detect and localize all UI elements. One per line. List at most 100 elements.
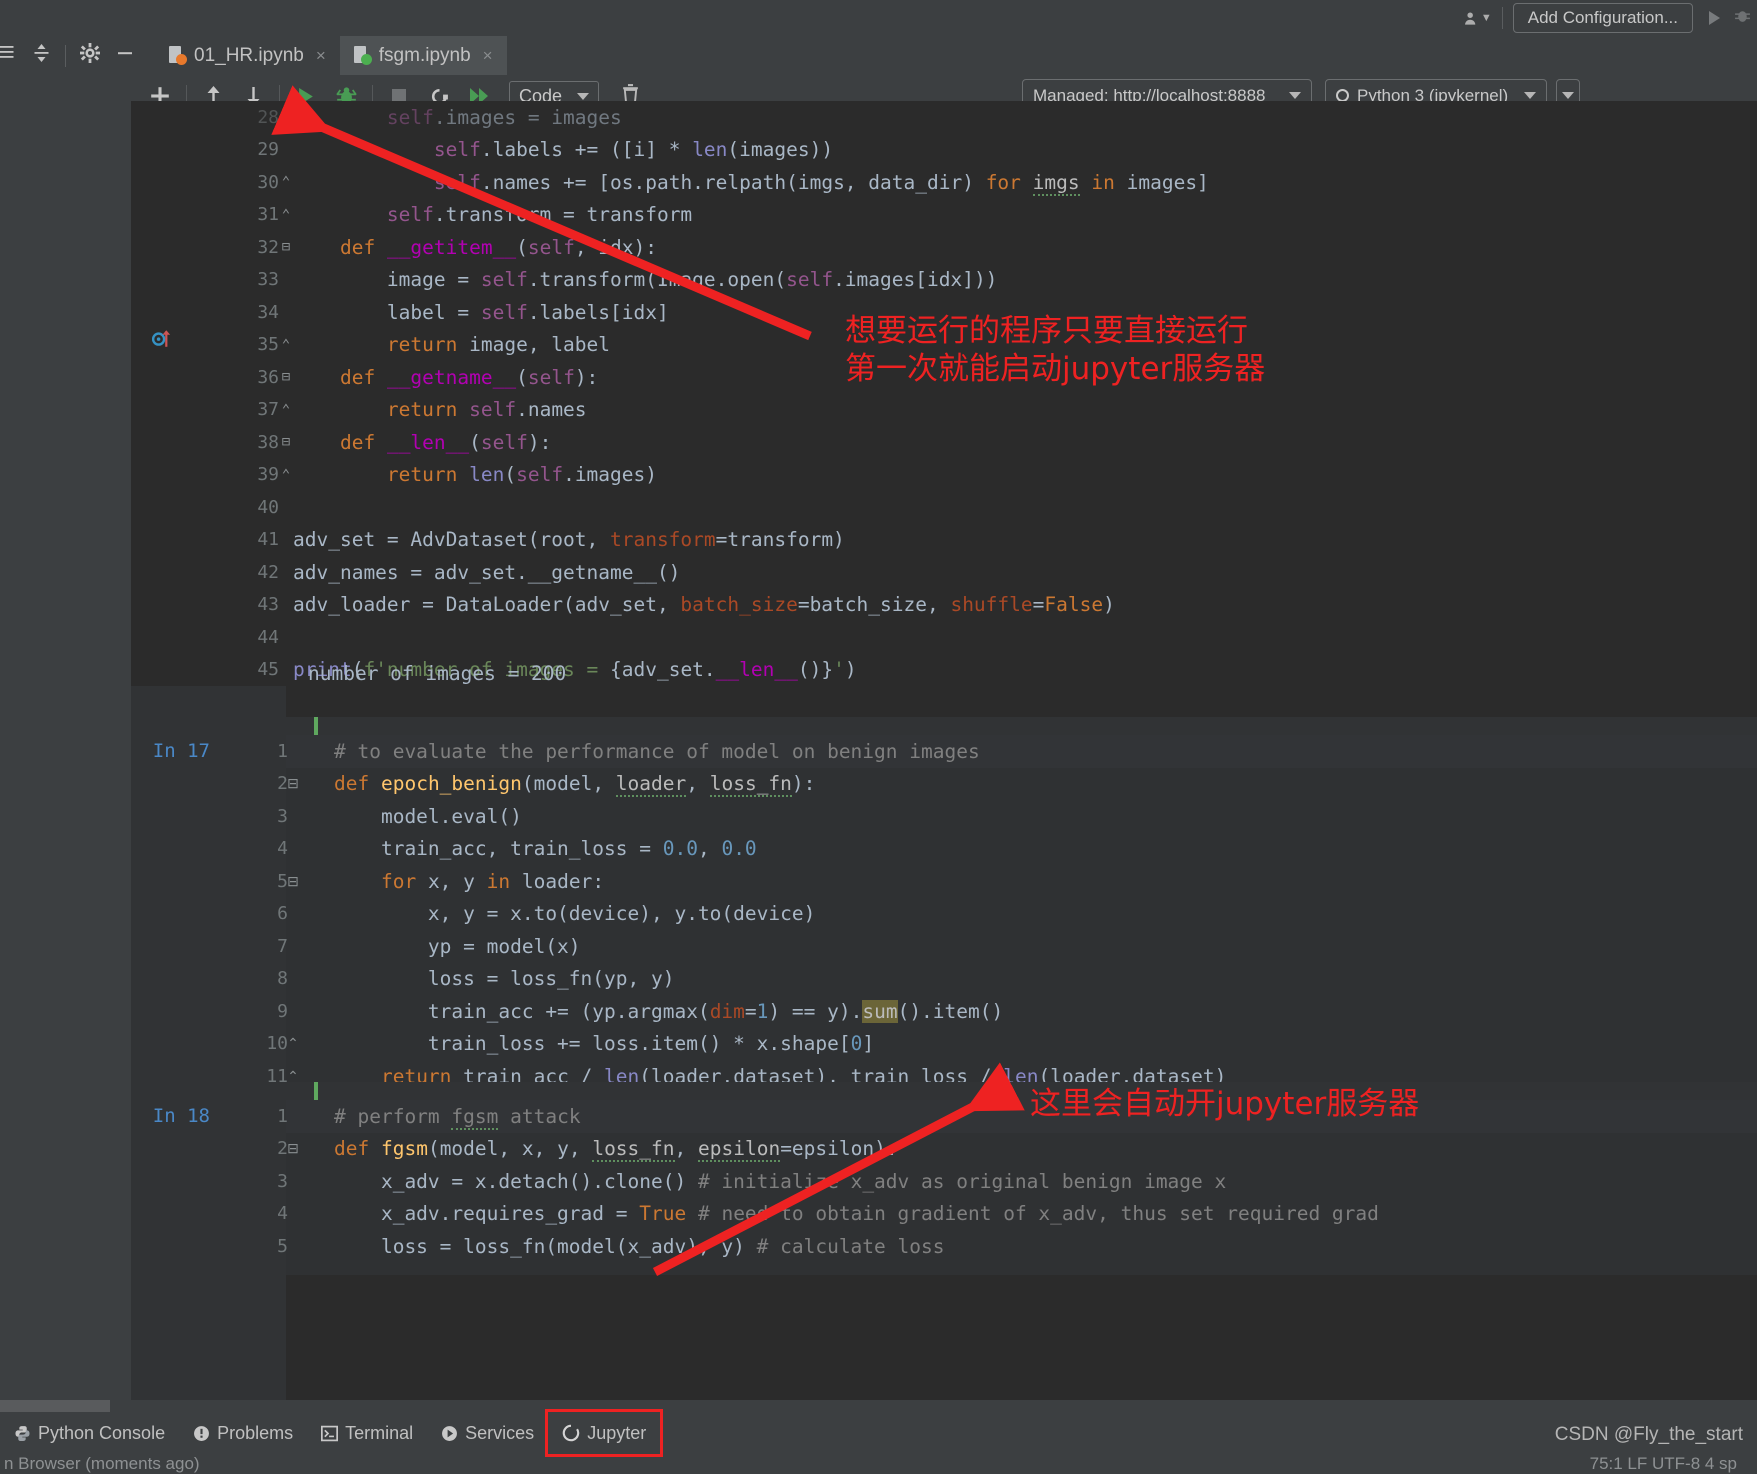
code-token: =: [744, 999, 757, 1023]
status-bar: Python Console Problems Terminal Service…: [0, 1409, 1757, 1457]
code-line[interactable]: 41 adv_set = AdvDataset(root, transform=t…: [131, 524, 1757, 557]
collapse-all-icon[interactable]: [24, 43, 60, 69]
code-line[interactable]: 4 x_adv.requires_grad = True # need to o…: [0, 1198, 1757, 1231]
code-line[interactable]: 43 adv_loader = DataLoader(adv_set, batch…: [131, 589, 1757, 622]
code-token: (: [516, 365, 528, 389]
statusbar-item-terminal[interactable]: Terminal: [307, 1423, 427, 1444]
fold-marker-icon[interactable]: ⊟: [286, 775, 300, 792]
fold-marker-icon[interactable]: ⊟: [279, 369, 293, 385]
code-text: loss = loss_fn(yp, y): [334, 967, 675, 991]
code-line[interactable]: 4 train_acc, train_loss = 0.0, 0.0: [0, 833, 1757, 866]
line-number: 6: [277, 903, 288, 925]
code-line[interactable]: 3 model.eval(): [0, 800, 1757, 833]
gear-icon[interactable]: [72, 42, 108, 69]
bookmark-icon[interactable]: [151, 327, 174, 349]
code-line[interactable]: 44: [131, 621, 1757, 654]
code-token: images]: [1114, 170, 1209, 194]
fold-marker-icon[interactable]: ⌃: [286, 1035, 300, 1052]
fold-marker-icon[interactable]: ⌃: [279, 207, 293, 223]
line-number: 43: [257, 594, 279, 616]
code-token: self: [433, 138, 481, 162]
code-line[interactable]: 1 # to evaluate the performance of model …: [0, 735, 1757, 768]
code-line[interactable]: 28 self.images = images: [131, 101, 1757, 134]
code-text: train_loss += loss.item() * x.shape[0]: [334, 1032, 874, 1055]
code-line[interactable]: 3 x_adv = x.detach().clone() # initializ…: [0, 1165, 1757, 1198]
code-text: def epoch_benign(model, loader, loss_fn)…: [334, 772, 816, 798]
fold-marker-icon[interactable]: ⊟: [286, 873, 300, 890]
code-token: ]: [862, 1032, 875, 1056]
statusbar-item-jupyter[interactable]: Jupyter: [545, 1409, 664, 1457]
line-number: 8: [277, 968, 288, 990]
fold-marker-icon[interactable]: ⌃: [279, 337, 293, 353]
line-number: 33: [257, 269, 279, 291]
code-line[interactable]: 40: [131, 491, 1757, 524]
fold-marker-icon[interactable]: ⌃: [279, 174, 293, 190]
fold-marker-icon[interactable]: ⌃: [279, 402, 293, 418]
debug-icon[interactable]: [1734, 6, 1751, 31]
code-token: self: [480, 430, 528, 454]
code-line[interactable]: 9 train_acc += (yp.argmax(dim=1) == y).s…: [0, 995, 1757, 1028]
statusbar-item-label: Services: [465, 1422, 535, 1443]
code-token: x_adv.requires_grad =: [334, 1202, 640, 1226]
statusbar-item-services[interactable]: Services: [427, 1423, 548, 1444]
code-line[interactable]: 31 ⌃ self.transform = transform: [131, 199, 1757, 232]
code-line[interactable]: 10 ⌃ train_loss += loss.item() * x.shape[…: [0, 1028, 1757, 1061]
code-line[interactable]: 5 ⊟ for x, y in loader:: [0, 865, 1757, 898]
code-line[interactable]: 30 ⌃ self.names += [os.path.relpath(imgs,…: [131, 166, 1757, 199]
expand-all-icon[interactable]: [0, 43, 24, 69]
code-token: # initialize x_adv as original benign im…: [697, 1169, 1227, 1193]
fold-marker-icon[interactable]: ⊟: [279, 434, 293, 450]
code-token: .labels: [480, 138, 575, 162]
run-icon[interactable]: [1709, 11, 1720, 25]
fold-marker-icon[interactable]: ⊟: [286, 1140, 300, 1157]
code-line[interactable]: 7 yp = model(x): [0, 930, 1757, 963]
cell-top-strip: [286, 717, 1757, 735]
fold-marker-icon[interactable]: ⌃: [279, 467, 293, 483]
minimize-icon[interactable]: [107, 43, 143, 69]
code-line[interactable]: 32 ⊟ def __getitem__(self, idx):: [131, 231, 1757, 264]
close-icon[interactable]: ×: [483, 46, 493, 66]
code-line[interactable]: 6 x, y = x.to(device), y.to(device): [0, 898, 1757, 931]
code-token: ,: [697, 837, 722, 861]
code-token: adv_names = adv_set.__getname__(): [293, 560, 681, 584]
horizontal-scrollbar[interactable]: [0, 1400, 1757, 1412]
line-number: 2: [277, 1138, 288, 1160]
code-line[interactable]: 37 ⌃ return self.names: [131, 394, 1757, 427]
statusbar-item-problems[interactable]: Problems: [179, 1423, 307, 1444]
line-number: 7: [277, 935, 288, 957]
fold-marker-icon[interactable]: ⊟: [279, 239, 293, 255]
code-token: loss = loss_fn(yp, y): [334, 967, 675, 991]
code-cell-partial[interactable]: 28 self.images = images 29 self.labels +=…: [131, 85, 1757, 735]
code-line[interactable]: 2 ⊟ def fgsm(model, x, y, loss_fn, epsilon…: [0, 1133, 1757, 1166]
tab-01-hr[interactable]: 01_HR.ipynb ×: [155, 36, 340, 75]
code-line[interactable]: 2 ⊟ def epoch_benign(model, loader, loss_f…: [0, 768, 1757, 801]
line-number: 28: [257, 106, 279, 128]
tab-fsgm[interactable]: fsgm.ipynb ×: [339, 36, 507, 78]
code-line[interactable]: 8 loss = loss_fn(yp, y): [0, 963, 1757, 996]
code-token: in: [1091, 170, 1115, 194]
add-configuration-button[interactable]: Add Configuration...: [1512, 3, 1693, 33]
annotation-auto-start-jupyter: 这里会自动开jupyter服务器: [1030, 1085, 1419, 1123]
statusbar-item-python-console[interactable]: Python Console: [0, 1423, 179, 1444]
code-line[interactable]: 39 ⌃ return len(self.images): [131, 459, 1757, 492]
code-token: .transform = transform: [433, 203, 693, 227]
scrollbar-thumb[interactable]: [0, 1400, 110, 1412]
code-token: len: [692, 138, 728, 162]
code-token: False: [1044, 593, 1104, 617]
code-line[interactable]: 33 image = self.transform(Image.open(sel…: [131, 264, 1757, 297]
line-number: 32: [257, 236, 279, 258]
close-icon[interactable]: ×: [316, 46, 326, 66]
code-line[interactable]: 5 loss = loss_fn(model(x_adv), y) # calc…: [0, 1230, 1757, 1263]
code-token: # to evaluate the performance of model o…: [334, 739, 980, 763]
code-token: self: [386, 105, 434, 129]
code-token: ):: [791, 772, 816, 796]
chevron-down-icon[interactable]: ▼: [1481, 12, 1492, 24]
code-line[interactable]: 1 # perform fgsm attack: [0, 1100, 1757, 1133]
code-line[interactable]: 38 ⊟ def __len__(self):: [131, 426, 1757, 459]
user-account-icon[interactable]: ▼: [1464, 6, 1492, 30]
code-line[interactable]: 29 self.labels += ([i] * len(images)): [131, 134, 1757, 167]
code-line[interactable]: 42 adv_names = adv_set.__getname__(): [131, 556, 1757, 589]
